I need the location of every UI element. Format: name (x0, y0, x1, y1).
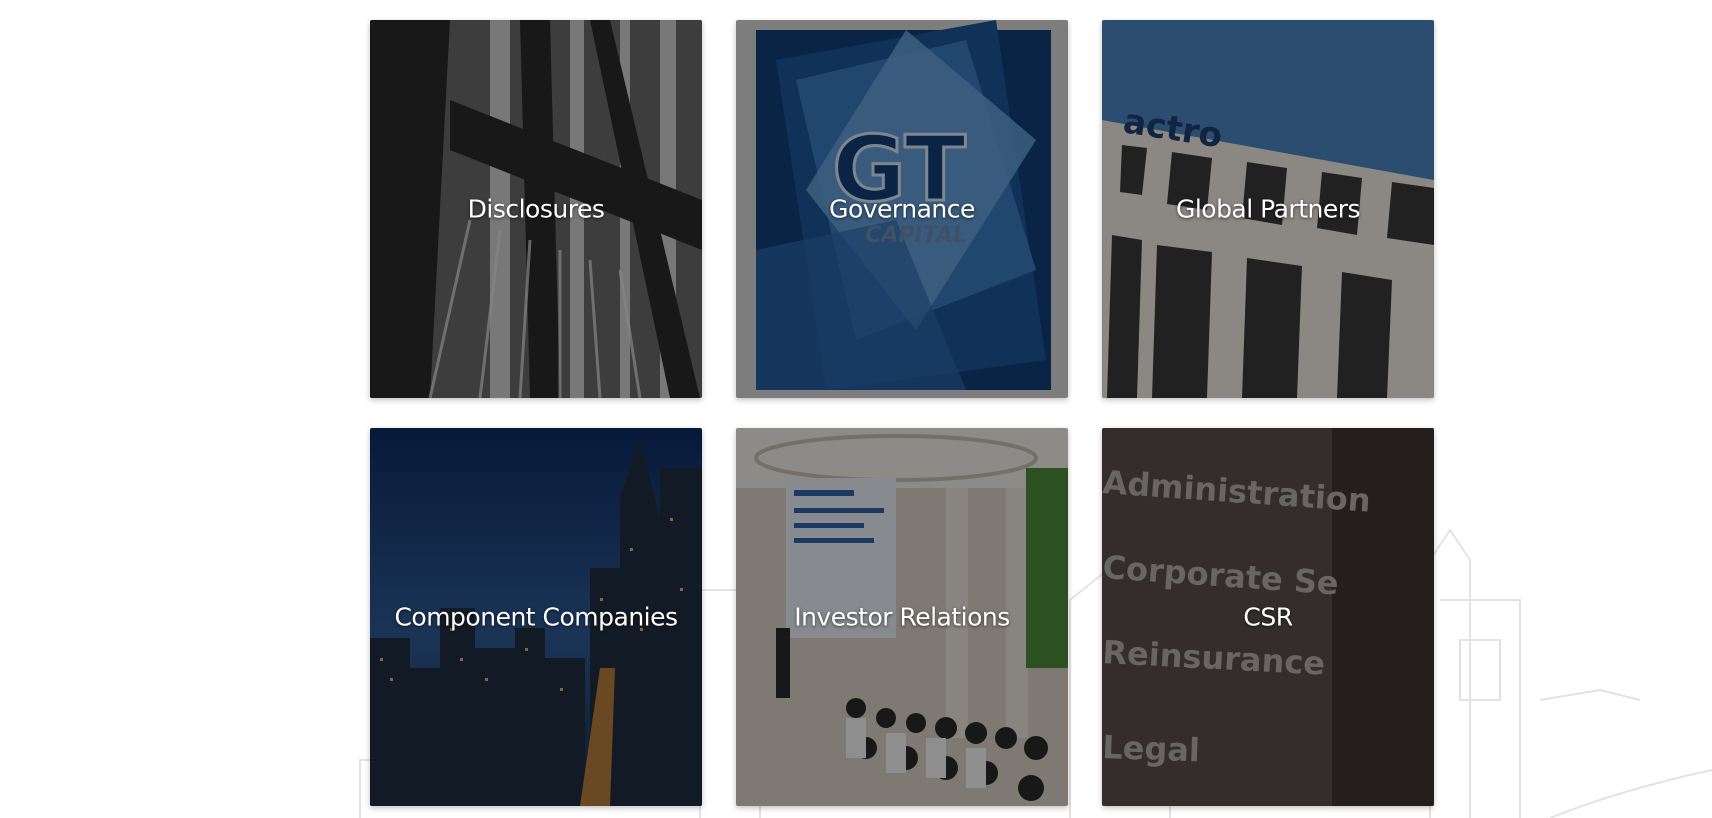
tile-global-partners[interactable]: actro Global Partners (1102, 20, 1434, 398)
tile-label: Global Partners (1175, 194, 1361, 224)
tile-governance[interactable]: GT CAPITAL Governance (736, 20, 1068, 398)
tile-label: CSR (1243, 602, 1293, 632)
tile-investor-relations[interactable]: Investor Relations (736, 428, 1068, 806)
tile-csr[interactable]: Administration Corporate Se Reinsurance … (1102, 428, 1434, 806)
tile-label: Governance (829, 194, 975, 224)
tile-grid: Disclosures GT CAPITAL Governance actro … (370, 20, 1434, 806)
tile-disclosures[interactable]: Disclosures (370, 20, 702, 398)
tile-label: Investor Relations (794, 602, 1010, 632)
tile-component-companies[interactable]: Component Companies (370, 428, 702, 806)
tile-label: Disclosures (467, 194, 605, 224)
tile-label: Component Companies (394, 602, 678, 632)
page: Disclosures GT CAPITAL Governance actro … (0, 0, 1712, 818)
